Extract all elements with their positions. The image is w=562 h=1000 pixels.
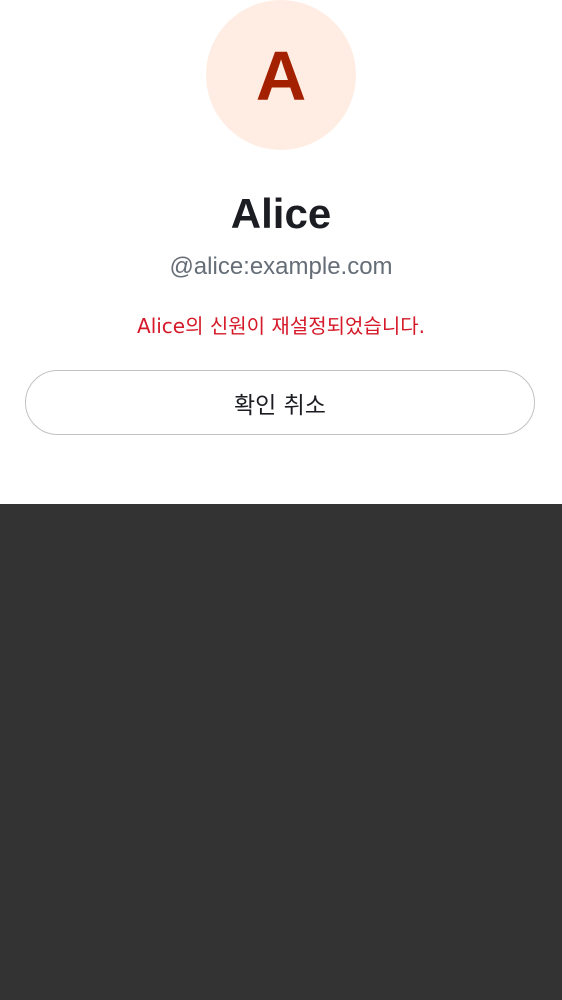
identity-reset-sheet: A Alice @alice:example.com Alice의 신원이 재설… (0, 0, 562, 504)
backdrop-overlay[interactable] (0, 504, 562, 1000)
display-name: Alice (230, 190, 332, 237)
avatar-initial: A (255, 37, 307, 115)
avatar: A (206, 0, 356, 150)
identity-reset-message: Alice의 신원이 재설정되었습니다. (137, 314, 425, 338)
dismiss-button[interactable]: 확인 취소 (25, 370, 535, 435)
user-id: @alice:example.com (169, 253, 393, 280)
